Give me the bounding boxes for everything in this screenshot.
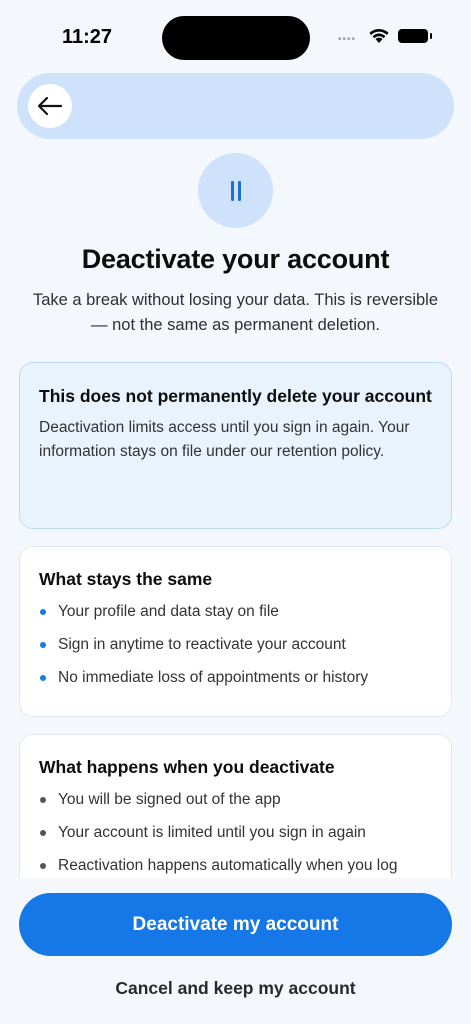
list-item: Sign in anytime to reactivate your accou… — [39, 634, 433, 656]
list-item: No immediate loss of appointments or his… — [39, 667, 433, 689]
bullet-icon — [40, 609, 46, 615]
list-item-text: Sign in anytime to reactivate your accou… — [58, 636, 346, 653]
hero-icon-circle — [198, 153, 273, 228]
notice-card-body: Deactivation limits access until you sig… — [39, 419, 410, 460]
signal-icon: •••• — [338, 34, 357, 45]
arrow-left-icon — [37, 96, 63, 116]
what-happens-title: What happens when you deactivate — [39, 757, 335, 777]
list-item-text: Your account is limited until you sign i… — [58, 824, 366, 841]
list-item-text: No immediate loss of appointments or his… — [58, 669, 369, 686]
battery-icon — [398, 29, 432, 43]
dynamic-island — [162, 16, 310, 60]
list-item: Reactivation happens automatically when … — [39, 855, 433, 877]
wifi-icon — [369, 28, 389, 43]
page-subtitle: Take a break without losing your data. T… — [32, 291, 439, 334]
notice-card: This does not permanently delete your ac… — [19, 362, 452, 529]
status-bar: 11:27 •••• — [0, 0, 471, 72]
list-item: Your profile and data stay on file — [39, 601, 433, 623]
status-time: 11:27 — [62, 26, 113, 48]
pause-icon — [230, 180, 241, 201]
list-item-text: Reactivation happens automatically when … — [58, 857, 398, 874]
stays-same-title: What stays the same — [39, 569, 213, 589]
what-happens-list: You will be signed out of the app Your a… — [39, 789, 433, 877]
list-item: You will be signed out of the app — [39, 789, 433, 811]
bullet-icon — [40, 642, 46, 648]
back-button[interactable] — [28, 84, 72, 128]
bullet-icon — [40, 797, 46, 803]
bullet-icon — [40, 830, 46, 836]
notice-card-title: This does not permanently delete your ac… — [39, 386, 432, 406]
page-title: Deactivate your account — [81, 244, 390, 274]
stays-same-list: Your profile and data stay on file Sign … — [39, 601, 433, 689]
cancel-keep-account-button[interactable]: Cancel and keep my account — [0, 974, 471, 1002]
header-bar — [17, 73, 454, 139]
bullet-icon — [40, 863, 46, 869]
list-item-text: Your profile and data stay on file — [58, 603, 279, 620]
deactivate-account-button[interactable]: Deactivate my account — [19, 893, 452, 956]
bullet-icon — [40, 675, 46, 681]
list-item: Your account is limited until you sign i… — [39, 822, 433, 844]
list-item-text: You will be signed out of the app — [58, 791, 281, 808]
stays-same-card: What stays the same Your profile and dat… — [19, 546, 452, 717]
